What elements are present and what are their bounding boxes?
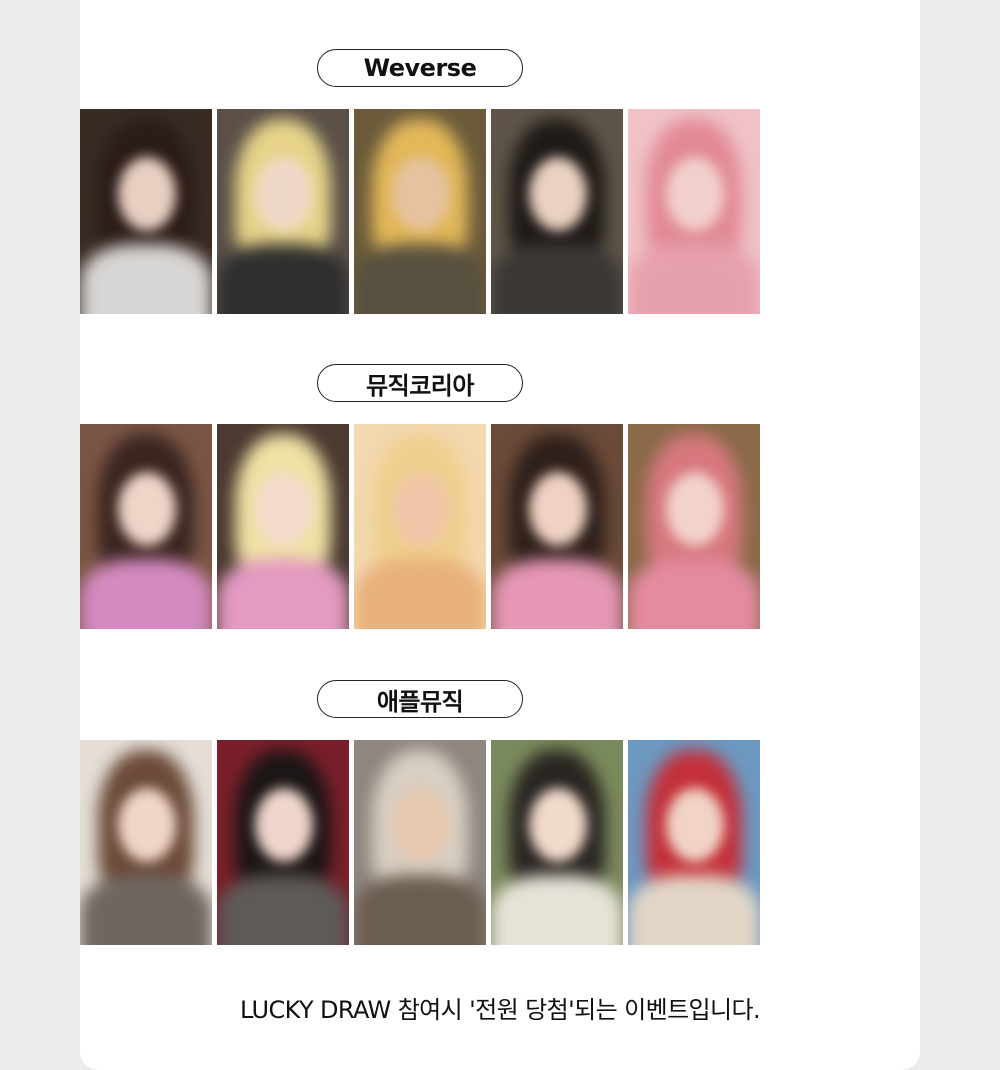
photocard-face bbox=[255, 472, 313, 546]
photocard-outfit bbox=[491, 244, 623, 314]
photocard-1 bbox=[80, 109, 212, 314]
photocard-3 bbox=[354, 109, 486, 314]
photocard-2 bbox=[217, 109, 349, 314]
photocard-face bbox=[255, 788, 313, 862]
photocard-outfit bbox=[628, 559, 760, 629]
section-title-music-korea: 뮤직코리아 bbox=[317, 364, 523, 402]
photocard-face bbox=[392, 788, 450, 862]
photocard-3 bbox=[354, 424, 486, 629]
section-weverse: Weverse bbox=[80, 49, 760, 314]
photocard-outfit bbox=[491, 875, 623, 945]
photocard-2 bbox=[217, 424, 349, 629]
photocard-5 bbox=[628, 424, 760, 629]
photocard-2 bbox=[217, 740, 349, 945]
photocard-outfit bbox=[80, 875, 212, 945]
photocard-face bbox=[118, 157, 176, 231]
photocard-face bbox=[118, 788, 176, 862]
photocard-face bbox=[666, 157, 724, 231]
photocard-face bbox=[666, 472, 724, 546]
photocard-outfit bbox=[80, 559, 212, 629]
photocard-outfit bbox=[217, 559, 349, 629]
photo-row-music-korea bbox=[80, 424, 760, 629]
photocard-5 bbox=[628, 740, 760, 945]
photocard-face bbox=[666, 788, 724, 862]
photocard-face bbox=[118, 472, 176, 546]
photocard-face bbox=[392, 472, 450, 546]
section-apple-music: 애플뮤직 bbox=[80, 680, 760, 945]
photocard-outfit bbox=[80, 244, 212, 314]
photocard-face bbox=[529, 788, 587, 862]
photo-row-apple-music bbox=[80, 740, 760, 945]
photocard-5 bbox=[628, 109, 760, 314]
photocard-1 bbox=[80, 740, 212, 945]
photocard-outfit bbox=[628, 875, 760, 945]
section-title-weverse: Weverse bbox=[317, 49, 523, 87]
photocard-outfit bbox=[491, 559, 623, 629]
event-notice: LUCKY DRAW 참여시 '전원 당첨'되는 이벤트입니다. bbox=[239, 996, 761, 1024]
photocard-face bbox=[529, 157, 587, 231]
photo-row-weverse bbox=[80, 109, 760, 314]
photocard-outfit bbox=[354, 875, 486, 945]
photocard-outfit bbox=[354, 559, 486, 629]
photocard-3 bbox=[354, 740, 486, 945]
photocard-4 bbox=[491, 740, 623, 945]
photocard-4 bbox=[491, 424, 623, 629]
section-music-korea: 뮤직코리아 bbox=[80, 364, 760, 629]
photocard-outfit bbox=[217, 875, 349, 945]
photocard-outfit bbox=[354, 244, 486, 314]
photocard-outfit bbox=[217, 244, 349, 314]
photocard-1 bbox=[80, 424, 212, 629]
photocard-face bbox=[255, 157, 313, 231]
photocard-face bbox=[529, 472, 587, 546]
section-title-apple-music: 애플뮤직 bbox=[317, 680, 523, 718]
photocard-4 bbox=[491, 109, 623, 314]
photocard-face bbox=[392, 157, 450, 231]
photocard-outfit bbox=[628, 244, 760, 314]
